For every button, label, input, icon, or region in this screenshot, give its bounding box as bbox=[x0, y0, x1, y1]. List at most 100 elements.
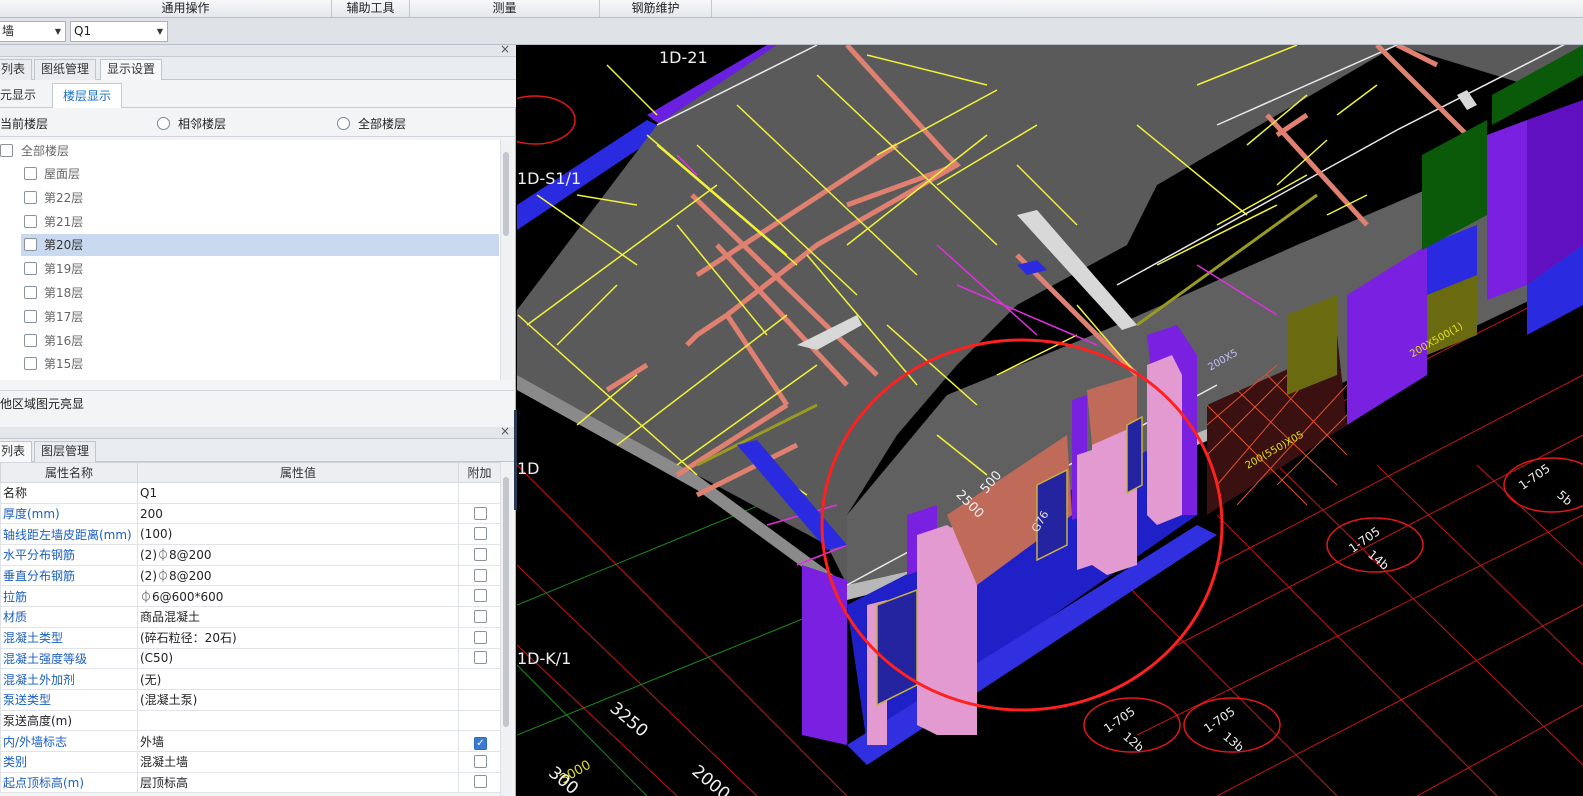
property-name: 拉筋 bbox=[0, 585, 138, 608]
floor-item[interactable]: 第16层 bbox=[24, 330, 500, 352]
close-icon[interactable]: × bbox=[500, 424, 510, 438]
checkbox[interactable] bbox=[24, 191, 37, 204]
property-row[interactable]: 泵送类型 (混凝土泵) bbox=[0, 688, 501, 711]
property-row[interactable]: 水平分布钢筋 (2)⏀8@200 bbox=[0, 544, 501, 566]
property-row[interactable]: 厚度(mm) 200 bbox=[0, 502, 501, 525]
tab-layer-manage[interactable]: 图层管理 bbox=[34, 441, 97, 462]
checkbox[interactable] bbox=[474, 547, 487, 561]
floor-item-selected[interactable]: 第20层 bbox=[21, 234, 499, 256]
property-value[interactable]: 混凝土墙 bbox=[137, 750, 459, 773]
ribbon-group-aux-tools[interactable]: 辅助工具 bbox=[332, 0, 410, 17]
property-name: 材质 bbox=[0, 606, 138, 628]
property-scrollbar[interactable] bbox=[500, 462, 512, 796]
checkbox[interactable] bbox=[24, 167, 37, 180]
model-view-canvas[interactable] bbox=[517, 45, 1583, 796]
column-pink bbox=[1147, 355, 1182, 525]
floor-item[interactable]: 第22层 bbox=[24, 187, 500, 209]
property-row[interactable]: 起点顶标高(m) 层顶标高 bbox=[0, 771, 501, 794]
subtab-floor-display[interactable]: 楼层显示 bbox=[52, 83, 123, 108]
property-row[interactable]: 混凝土强度等级 (C50) bbox=[0, 647, 501, 670]
property-value[interactable]: (混凝土泵) bbox=[137, 688, 459, 711]
checkbox[interactable] bbox=[474, 754, 487, 768]
checkbox[interactable] bbox=[474, 651, 487, 665]
property-row[interactable]: 类别 混凝土墙 bbox=[0, 750, 501, 773]
radio-current-floor[interactable]: 当前楼层 bbox=[0, 115, 48, 132]
property-value[interactable]: 层顶标高 bbox=[137, 771, 459, 794]
checkbox[interactable] bbox=[24, 262, 37, 275]
checkbox[interactable] bbox=[24, 215, 37, 228]
checkbox[interactable] bbox=[474, 630, 487, 644]
radio-all-floors[interactable]: 全部楼层 bbox=[337, 115, 406, 132]
floor-item[interactable]: 第19层 bbox=[24, 258, 500, 280]
3d-viewport[interactable]: 1D-21 1D-S1/1 1D 1D-K/1 3250 3000 300 20… bbox=[517, 45, 1583, 796]
checkbox[interactable] bbox=[24, 286, 37, 299]
property-header-row: 属性名称 属性值 附加 bbox=[0, 462, 501, 483]
checkbox-checked[interactable]: ✓ bbox=[474, 736, 487, 750]
light-beam bbox=[1457, 90, 1477, 110]
ribbon-group-measure[interactable]: 测量 bbox=[410, 0, 600, 17]
property-value[interactable]: (2)⏀8@200 bbox=[137, 564, 459, 587]
property-row[interactable]: 名称 Q1 bbox=[0, 482, 501, 504]
axis-label: 1D-S1/1 bbox=[517, 169, 582, 188]
floor-item[interactable]: 第17层 bbox=[24, 306, 500, 328]
tab-drawing-manage[interactable]: 图纸管理 bbox=[34, 59, 97, 80]
floor-item[interactable]: 屋面层 bbox=[24, 163, 500, 185]
tab-display-settings[interactable]: 显示设置 bbox=[100, 59, 163, 80]
checkbox[interactable] bbox=[24, 238, 37, 251]
property-value[interactable]: 200 bbox=[137, 502, 459, 525]
property-value[interactable] bbox=[137, 709, 459, 732]
property-extra bbox=[458, 626, 501, 649]
checkbox[interactable] bbox=[474, 609, 487, 623]
checkbox[interactable] bbox=[24, 310, 37, 323]
property-value[interactable]: Q1 bbox=[137, 482, 459, 504]
axis-label: 1D-21 bbox=[659, 48, 708, 67]
checkbox[interactable] bbox=[0, 144, 13, 157]
other-region-highlight-option[interactable]: 他区域图元亮显 bbox=[0, 390, 516, 416]
property-value[interactable]: 商品混凝土 bbox=[137, 606, 459, 628]
tab-property-list[interactable]: 列表 bbox=[0, 441, 33, 462]
property-value[interactable]: ⏀6@600*600 bbox=[137, 585, 459, 608]
property-value[interactable]: (碎石粒径：20石) bbox=[137, 626, 459, 649]
checkbox[interactable] bbox=[474, 775, 487, 789]
property-value[interactable]: (2)⏀8@200 bbox=[137, 544, 459, 566]
floor-label: 屋面层 bbox=[44, 167, 81, 181]
checkbox[interactable] bbox=[24, 334, 37, 347]
ribbon-group-rebar-maint[interactable]: 钢筋维护 bbox=[600, 0, 712, 17]
property-row[interactable]: 内/外墙标志 外墙 ✓ bbox=[0, 730, 501, 752]
property-row[interactable]: 混凝土类型 (碎石粒径：20石) bbox=[0, 626, 501, 649]
property-value[interactable]: (100) bbox=[137, 523, 459, 546]
scroll-thumb[interactable] bbox=[503, 477, 509, 727]
checkbox[interactable] bbox=[474, 506, 487, 520]
floor-item[interactable]: 第21层 bbox=[24, 211, 500, 233]
property-row[interactable]: 拉筋 ⏀6@600*600 bbox=[0, 585, 501, 608]
ribbon-group-general-ops[interactable]: 通用操作 bbox=[40, 0, 332, 17]
property-value[interactable]: 外墙 bbox=[137, 730, 459, 752]
element-name-dropdown[interactable]: Q1 ▼ bbox=[70, 21, 168, 42]
floor-item[interactable]: 第18层 bbox=[24, 282, 500, 304]
close-icon[interactable]: × bbox=[500, 42, 510, 56]
floor-list-scrollbar[interactable] bbox=[500, 140, 512, 380]
property-value[interactable]: (C50) bbox=[137, 647, 459, 670]
radio-adjacent-floor[interactable]: 相邻楼层 bbox=[157, 115, 226, 132]
checkbox[interactable] bbox=[24, 357, 37, 370]
subtab-element-display[interactable]: 元显示 bbox=[0, 83, 46, 108]
scroll-thumb[interactable] bbox=[503, 152, 509, 236]
property-name: 类别 bbox=[0, 750, 138, 773]
property-panel: × 列表 图层管理 属性名称 属性值 附加 名称 Q1 厚度(mm) 200 轴线距左墙… bbox=[0, 424, 516, 796]
property-value[interactable]: (无) bbox=[137, 668, 459, 690]
property-row[interactable]: 材质 商品混凝土 bbox=[0, 606, 501, 628]
floor-item-all[interactable]: 全部楼层 bbox=[0, 140, 500, 162]
checkbox[interactable] bbox=[474, 568, 487, 582]
property-name: 混凝土外加剂 bbox=[0, 668, 138, 690]
checkbox[interactable] bbox=[474, 527, 487, 541]
column-purple bbox=[802, 565, 847, 745]
element-type-dropdown[interactable]: 墙 ▼ bbox=[0, 21, 66, 42]
tab-list[interactable]: 列表 bbox=[0, 59, 33, 80]
floor-item[interactable]: 第15层 bbox=[24, 353, 500, 375]
property-row[interactable]: 垂直分布钢筋 (2)⏀8@200 bbox=[0, 564, 501, 587]
panel-titlebar: × bbox=[0, 42, 516, 57]
property-row[interactable]: 混凝土外加剂 (无) bbox=[0, 668, 501, 690]
checkbox[interactable] bbox=[474, 589, 487, 603]
property-row[interactable]: 泵送高度(m) bbox=[0, 709, 501, 732]
property-row[interactable]: 轴线距左墙皮距离(mm) (100) bbox=[0, 523, 501, 546]
